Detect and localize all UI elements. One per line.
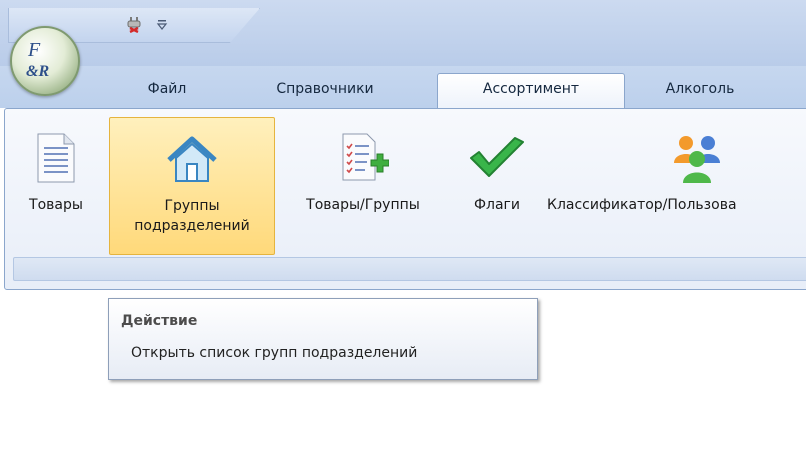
button-tooltip: Действие Открыть список групп подразделе… [108,298,538,380]
ribbon-panel: Товары Группы подразделений Товары/Групп… [4,108,806,290]
department-groups-button[interactable]: Группы подразделений [109,117,275,255]
tab-file[interactable]: Файл [126,74,208,104]
tab-directories[interactable]: Справочники [250,74,400,104]
disconnect-plug-icon[interactable] [127,17,141,33]
button-label: Товары [29,197,83,213]
checkmark-icon [469,127,525,189]
tab-assortment[interactable]: Ассортимент [437,73,625,108]
customize-toolbar-dropdown-icon[interactable] [155,18,169,32]
ribbon-tab-bar: Файл Справочники Ассортимент Алкоголь [0,66,806,108]
tab-label: Алкоголь [665,81,735,97]
button-label: Классификатор/Пользова [547,197,737,213]
button-label: Группы подразделений [134,198,250,234]
tab-label: Ассортимент [482,81,580,97]
button-label: Флаги [473,197,521,213]
application-menu-button[interactable]: F &R [10,26,80,96]
document-list-icon [28,127,84,189]
flags-button[interactable]: Флаги [457,117,537,253]
ribbon-group-footer [13,257,806,281]
app-logo-text: &R [26,63,49,80]
tab-alcohol[interactable]: Алкоголь [650,74,750,104]
products-groups-button[interactable]: Товары/Группы [283,117,443,253]
classifier-users-button[interactable]: Классификатор/Пользова [541,117,806,253]
tab-label: Справочники [276,81,374,97]
users-group-icon [669,127,725,189]
app-logo-icon: F &R [26,39,49,80]
checklist-add-icon [335,127,391,189]
svg-text:F: F [27,39,41,61]
tooltip-text: Открыть список групп подразделений [131,345,418,361]
button-label: Товары/Группы [306,197,420,213]
house-icon [164,128,220,190]
products-button[interactable]: Товары [11,117,101,253]
title-bar [0,0,806,66]
tooltip-title: Действие [121,313,198,329]
tab-label: Файл [147,81,187,97]
